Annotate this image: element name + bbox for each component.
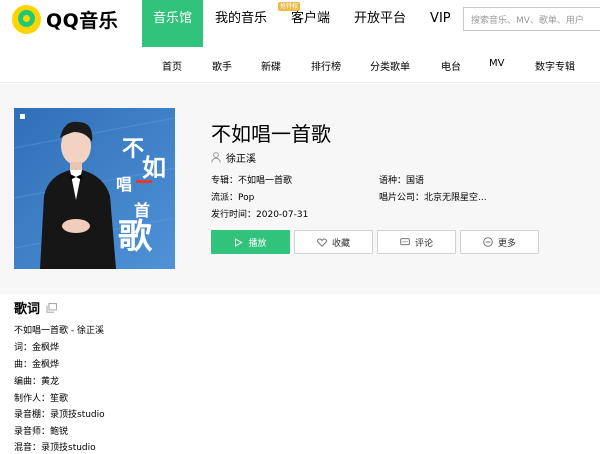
company-label: 唱片公司：: [379, 193, 425, 203]
genre-value: Pop: [238, 193, 255, 203]
main-nav: 音乐馆 我的音乐 客户端 开放平台 VIP: [142, 0, 463, 47]
language-label: 语种：: [379, 176, 407, 186]
play-icon: [235, 237, 243, 247]
user-icon: [211, 151, 221, 163]
nav-item-my-music[interactable]: 我的音乐: [203, 0, 279, 47]
comment-button[interactable]: 评论: [377, 230, 456, 254]
top-bar: QQ音乐 音乐馆 我的音乐 客户端 开放平台 VIP 抢特权: [0, 0, 600, 47]
release-date-value: 2020-07-31: [256, 210, 309, 220]
favorite-button[interactable]: 收藏: [294, 230, 373, 254]
cover-char-3: 唱: [116, 175, 132, 194]
lyric-line: 编曲：黄龙: [14, 377, 60, 387]
lyric-line: 制作人：笙歌: [14, 394, 69, 404]
album-value[interactable]: 不如唱一首歌: [238, 176, 292, 186]
nav-item-music-hall[interactable]: 音乐馆: [142, 0, 203, 47]
sub-nav: 首页 歌手 新碟 排行榜 分类歌单 电台 MV 数字专辑: [0, 47, 600, 83]
nav-item-open-platform[interactable]: 开放平台: [342, 0, 418, 47]
more-button-label: 更多: [497, 238, 516, 249]
language-field: 语种：国语: [379, 173, 424, 186]
play-button[interactable]: 播放: [211, 230, 290, 254]
lyric-line: 曲：金枫烨: [14, 360, 60, 370]
cover-char-4-stroke: [136, 180, 152, 183]
sub-nav-radio[interactable]: 电台: [441, 58, 461, 73]
search-box[interactable]: [463, 7, 600, 32]
sub-nav-charts[interactable]: 排行榜: [311, 58, 341, 73]
sub-nav-mv[interactable]: MV: [489, 58, 504, 69]
album-label: 专辑：: [211, 176, 239, 186]
cover-char-1: 不: [122, 137, 144, 162]
copy-icon[interactable]: [46, 302, 57, 313]
company-field: 唱片公司：北京无限星空...: [379, 190, 487, 203]
play-button-label: 播放: [248, 238, 267, 249]
cover-artwork: 不 如 唱 首 歌: [14, 108, 175, 269]
release-date-label: 发行时间：: [211, 210, 257, 220]
lyrics-header: 歌词: [14, 298, 57, 317]
sub-nav-home[interactable]: 首页: [162, 58, 182, 73]
nav-item-vip[interactable]: VIP: [418, 0, 463, 47]
lyric-line: 录音棚：录顶技studio: [14, 410, 105, 420]
logo-icon: [12, 5, 41, 34]
brand-name: QQ音乐: [46, 10, 119, 32]
lyric-line: 录音师：鲍锐: [14, 427, 69, 437]
sub-nav-new-album[interactable]: 新碟: [261, 58, 281, 73]
album-actions: 播放 收藏 评论 更多: [211, 230, 543, 254]
lyrics-heading: 歌词: [14, 302, 41, 317]
cover-char-6: 歌: [118, 217, 153, 257]
client-promo-badge: 抢特权: [278, 2, 300, 11]
singer-name[interactable]: 徐正溪: [226, 150, 256, 165]
favorite-button-label: 收藏: [331, 238, 350, 249]
heart-icon: [317, 238, 327, 247]
sub-nav-playlists[interactable]: 分类歌单: [370, 58, 410, 73]
language-value: 国语: [406, 176, 425, 186]
lyric-line: 混音：录顶技studio: [14, 443, 96, 453]
genre-field: 流派：Pop: [211, 190, 254, 203]
search-input[interactable]: [464, 10, 600, 32]
more-icon: [483, 237, 493, 247]
comment-button-label: 评论: [414, 238, 433, 249]
album-cover[interactable]: 不 如 唱 首 歌: [14, 108, 175, 269]
sub-nav-digital-album[interactable]: 数字专辑: [535, 58, 575, 73]
comment-icon: [400, 237, 410, 245]
publisher-logo-icon: [20, 114, 25, 119]
sub-nav-singer[interactable]: 歌手: [212, 58, 232, 73]
company-value: 北京无限星空...: [424, 193, 487, 203]
qq-music-logo[interactable]: QQ音乐: [12, 5, 118, 34]
more-button[interactable]: 更多: [460, 230, 539, 254]
album-title: 不如唱一首歌: [211, 122, 331, 146]
cover-char-2: 如: [142, 154, 166, 182]
lyric-line: 不如唱一首歌 - 徐正溪: [14, 326, 104, 336]
genre-label: 流派：: [211, 193, 239, 203]
album-field: 专辑：不如唱一首歌: [211, 173, 292, 186]
lyric-line: 词：金枫烨: [14, 343, 60, 353]
release-date-field: 发行时间：2020-07-31: [211, 207, 308, 220]
album-singer[interactable]: 徐正溪: [211, 150, 256, 165]
